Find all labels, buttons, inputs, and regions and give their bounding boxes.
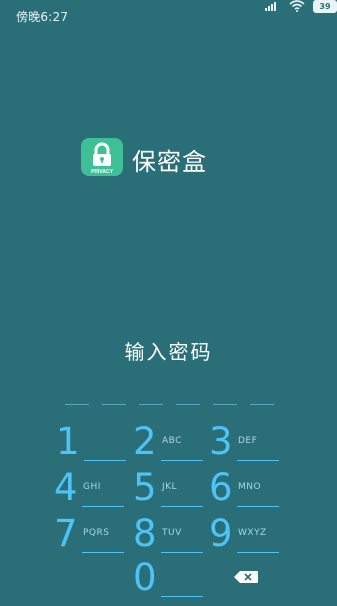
- key-underline: [237, 460, 279, 461]
- app-logo: PRIVACY: [81, 138, 123, 176]
- key-underline: [161, 506, 203, 507]
- pin-slot: [65, 404, 89, 405]
- key-0[interactable]: 0: [133, 556, 205, 606]
- backspace-icon[interactable]: [234, 571, 258, 583]
- key-9[interactable]: 9 WXYZ: [209, 512, 281, 562]
- key-underline: [161, 552, 203, 553]
- logo-label: PRIVACY: [91, 169, 114, 175]
- pin-slot: [213, 404, 237, 405]
- app-title: 保密盒: [132, 148, 207, 176]
- key-letters: MNO: [238, 482, 262, 492]
- key-underline: [237, 506, 279, 507]
- key-letters: ABC: [162, 436, 182, 446]
- key-5[interactable]: 5 JKL: [133, 466, 205, 516]
- key-8[interactable]: 8 TUV: [133, 512, 205, 562]
- key-digit: 9: [209, 512, 233, 555]
- signal-icon: [265, 1, 279, 11]
- key-digit: 4: [54, 466, 78, 509]
- wifi-icon: [289, 0, 305, 12]
- key-3[interactable]: 3 DEF: [209, 420, 281, 470]
- battery-indicator: 39: [313, 0, 337, 13]
- key-2[interactable]: 2 ABC: [133, 420, 205, 470]
- key-underline: [161, 460, 203, 461]
- pin-slot: [250, 404, 274, 405]
- key-digit: 0: [133, 556, 157, 599]
- pin-slots: [65, 404, 274, 408]
- key-digit: 1: [56, 420, 80, 463]
- key-digit: 2: [133, 420, 157, 463]
- key-underline: [84, 460, 126, 461]
- key-6[interactable]: 6 MNO: [209, 466, 281, 516]
- key-letters: TUV: [162, 528, 182, 538]
- key-underline: [237, 552, 279, 553]
- password-prompt: 输入密码: [124, 340, 213, 364]
- pin-slot: [139, 404, 163, 405]
- key-digit: 3: [209, 420, 233, 463]
- key-underline: [82, 552, 124, 553]
- key-letters: PQRS: [83, 528, 110, 538]
- key-digit: 7: [54, 512, 78, 555]
- key-digit: 5: [133, 466, 157, 509]
- key-underline: [82, 506, 124, 507]
- key-letters: GHI: [83, 482, 101, 492]
- pin-slot: [176, 404, 200, 405]
- key-letters: JKL: [162, 482, 178, 492]
- key-4[interactable]: 4 GHI: [54, 466, 126, 516]
- status-time: 傍晚6:27: [16, 10, 69, 24]
- key-underline: [161, 596, 203, 597]
- lock-icon: PRIVACY: [91, 142, 114, 175]
- pin-slot: [102, 404, 126, 405]
- key-digit: 8: [133, 512, 157, 555]
- status-bar: 傍晚6:27 39: [0, 0, 337, 28]
- key-7[interactable]: 7 PQRS: [54, 512, 126, 562]
- key-letters: WXYZ: [238, 528, 267, 538]
- key-1[interactable]: 1: [56, 420, 128, 470]
- key-letters: DEF: [238, 436, 258, 446]
- key-digit: 6: [209, 466, 233, 509]
